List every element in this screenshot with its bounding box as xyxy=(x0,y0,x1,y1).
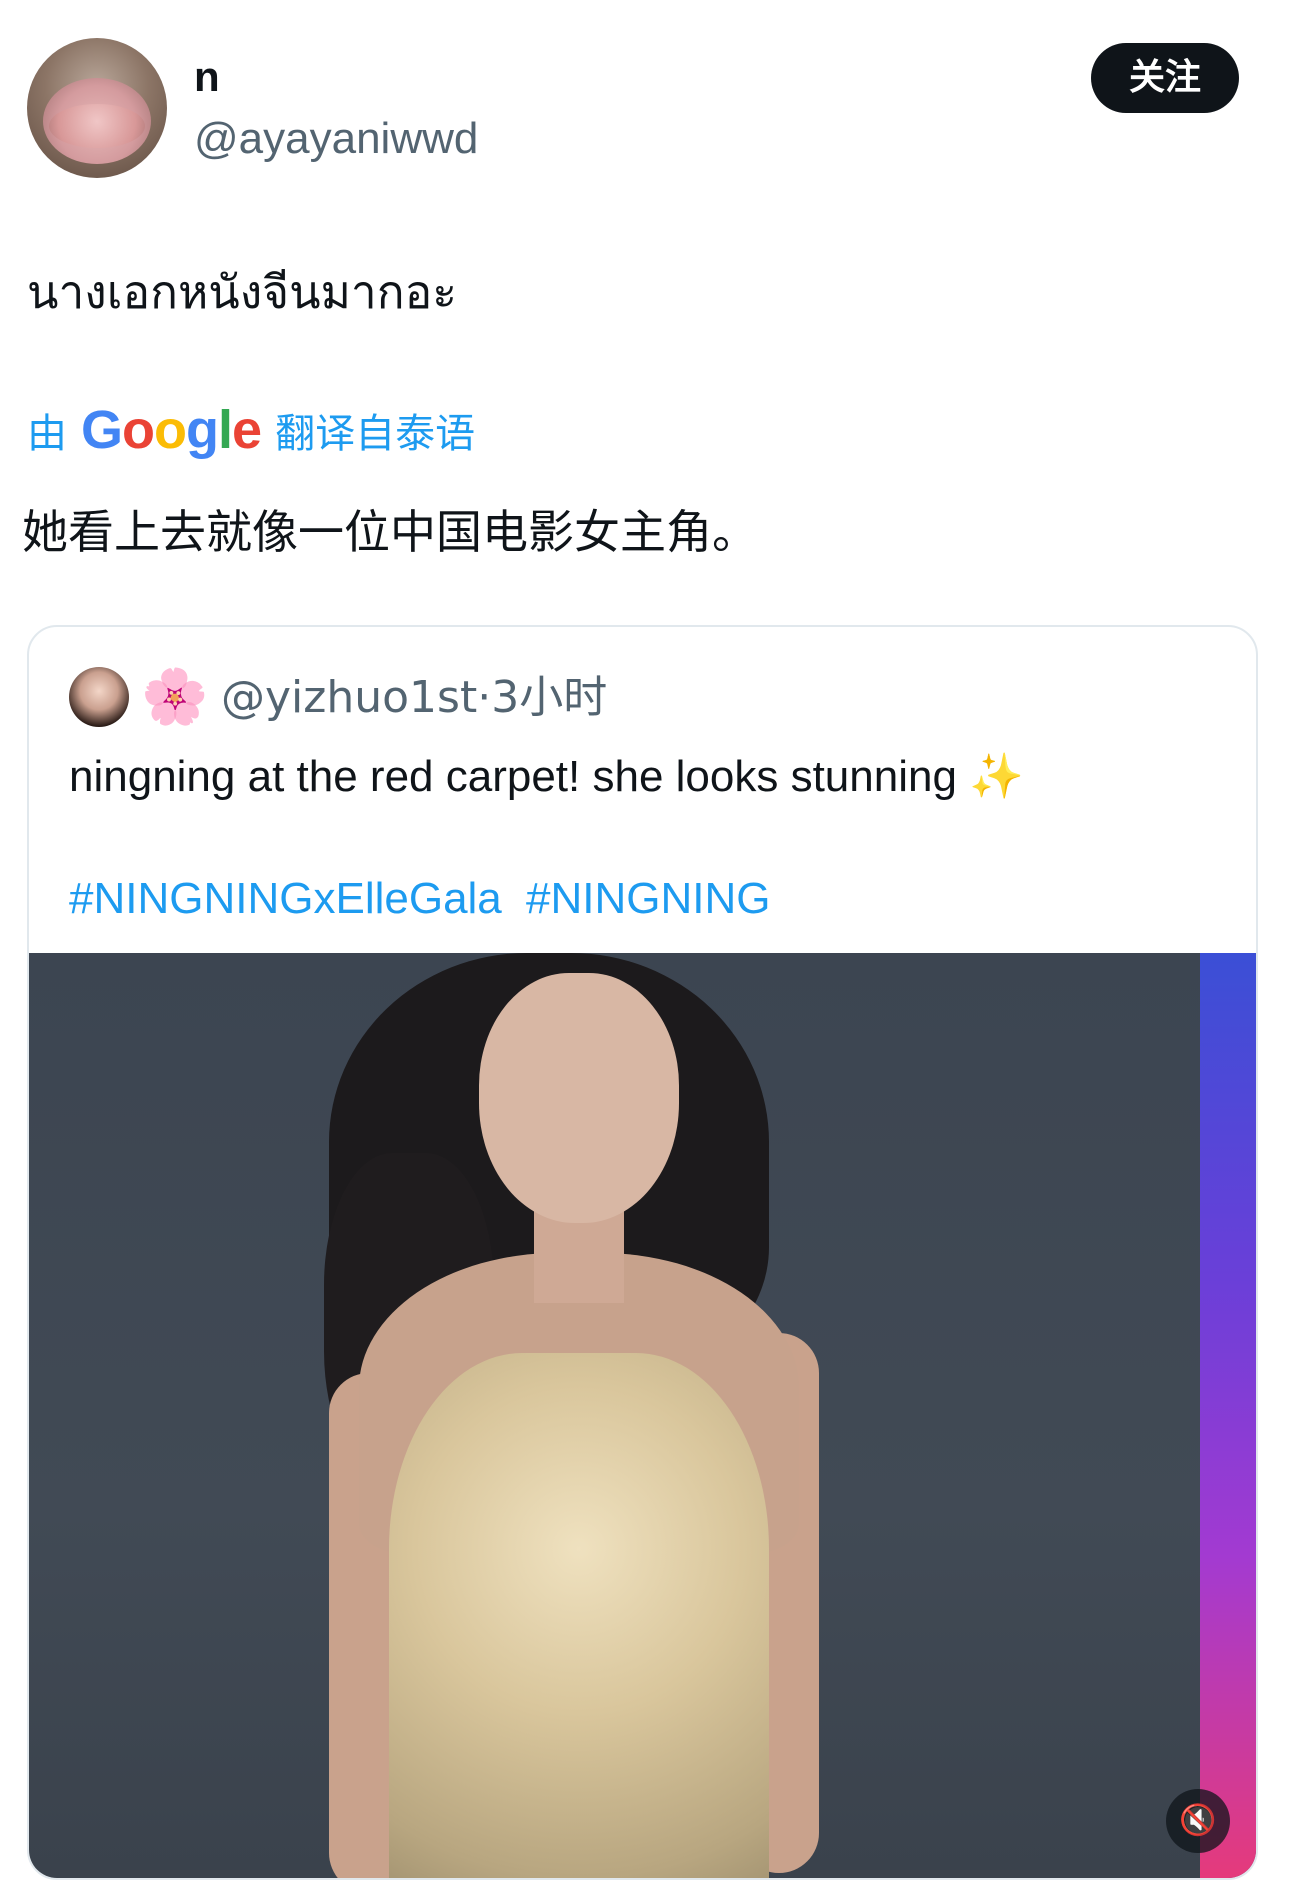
quoted-author-meta: @yizhuo1st·3小时 xyxy=(221,672,608,723)
follow-button[interactable]: 关注 xyxy=(1091,43,1239,113)
google-letter: G xyxy=(81,400,123,460)
video-figure-head xyxy=(479,973,679,1223)
translation-attribution: 由 Google 翻译自泰语 xyxy=(27,400,475,460)
hashtag-link[interactable]: #NINGNINGxElleGala xyxy=(69,874,502,923)
google-logo: Google xyxy=(81,399,262,461)
video-color-stripe xyxy=(1200,953,1256,1878)
quoted-post-text: ningning at the red carpet! she looks st… xyxy=(69,747,1024,807)
hashtag-link[interactable]: #NINGNING xyxy=(526,874,770,923)
post-header: n @ayayaniwwd 关注 xyxy=(0,0,1290,200)
quoted-author-avatar xyxy=(69,667,129,727)
google-letter: e xyxy=(232,400,262,460)
quoted-post-body: ningning at the red carpet! she looks st… xyxy=(69,752,957,801)
translation-from-label[interactable]: 翻译自泰语 xyxy=(275,401,475,459)
author-display-name[interactable]: n xyxy=(194,52,220,102)
translation-by-label: 由 xyxy=(27,411,67,457)
google-letter: o xyxy=(154,400,187,460)
quoted-hashtags: #NINGNINGxElleGala #NINGNING xyxy=(69,869,783,929)
google-letter: o xyxy=(122,400,155,460)
sparkles-icon: ✨ xyxy=(969,752,1024,801)
quoted-video[interactable]: 🔇 xyxy=(29,953,1256,1878)
quoted-post-card[interactable]: 🌸 @yizhuo1st·3小时 ningning at the red car… xyxy=(27,625,1258,1880)
mute-icon[interactable]: 🔇 xyxy=(1166,1789,1230,1853)
google-letter: g xyxy=(186,400,219,460)
post-text: นางเอกหนังจีนมากอะ xyxy=(27,265,457,319)
author-avatar[interactable] xyxy=(27,38,167,178)
author-handle[interactable]: @ayayaniwwd xyxy=(194,112,478,166)
video-figure-dress xyxy=(389,1353,769,1878)
cherry-blossom-icon: 🌸 xyxy=(141,667,209,727)
translated-text: 她看上去就像一位中国电影女主角。 xyxy=(22,505,758,559)
avatar-lips xyxy=(49,104,145,148)
google-letter: l xyxy=(218,400,233,460)
